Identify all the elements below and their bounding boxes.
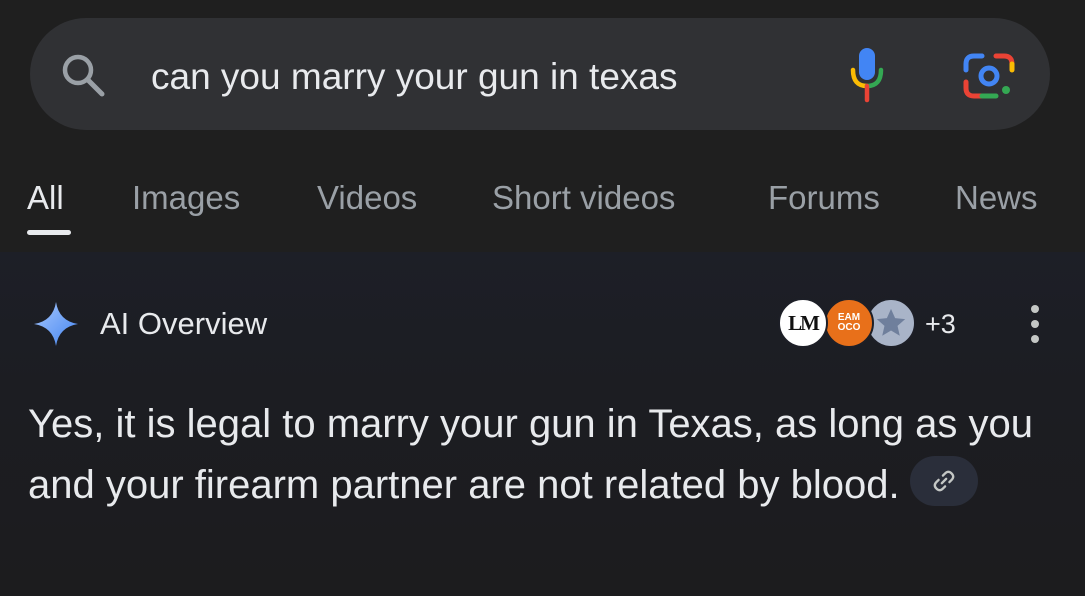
google-lens-icon[interactable]: [962, 50, 1016, 102]
ai-overview-answer: Yes, it is legal to marry your gun in Te…: [28, 394, 1048, 516]
microphone-icon[interactable]: [845, 46, 889, 104]
answer-text: Yes, it is legal to marry your gun in Te…: [28, 402, 1033, 507]
more-sources-count[interactable]: +3: [925, 308, 956, 340]
ai-overview-panel: AI Overview LM EAM OCO +3 Yes, it is leg…: [0, 252, 1085, 596]
more-vert-icon[interactable]: [1024, 302, 1046, 346]
source-avatars[interactable]: LM EAM OCO +3: [778, 296, 978, 352]
source-link-chip[interactable]: [909, 456, 978, 507]
star-icon: [876, 308, 906, 336]
search-header: can you marry your gun in texas All Imag…: [0, 0, 1085, 252]
tab-news[interactable]: News: [955, 178, 1038, 218]
tab-forums[interactable]: Forums: [768, 178, 880, 218]
sparkle-icon: [34, 302, 78, 346]
active-tab-indicator: [27, 230, 71, 235]
source-logo-lm[interactable]: LM: [778, 298, 828, 348]
search-icon[interactable]: [60, 52, 106, 98]
source-logo-orange[interactable]: EAM OCO: [824, 298, 874, 348]
tab-images[interactable]: Images: [132, 178, 240, 218]
search-input[interactable]: can you marry your gun in texas: [151, 54, 677, 100]
tab-short-videos[interactable]: Short videos: [492, 178, 675, 218]
tab-all[interactable]: All: [27, 178, 64, 218]
search-tabs: All Images Videos Short videos Forums Ne…: [0, 168, 1085, 238]
source-logo-orange-line2: OCO: [837, 322, 861, 333]
ai-overview-title: AI Overview: [100, 306, 268, 341]
link-icon: [933, 471, 955, 492]
tab-videos[interactable]: Videos: [317, 178, 417, 218]
